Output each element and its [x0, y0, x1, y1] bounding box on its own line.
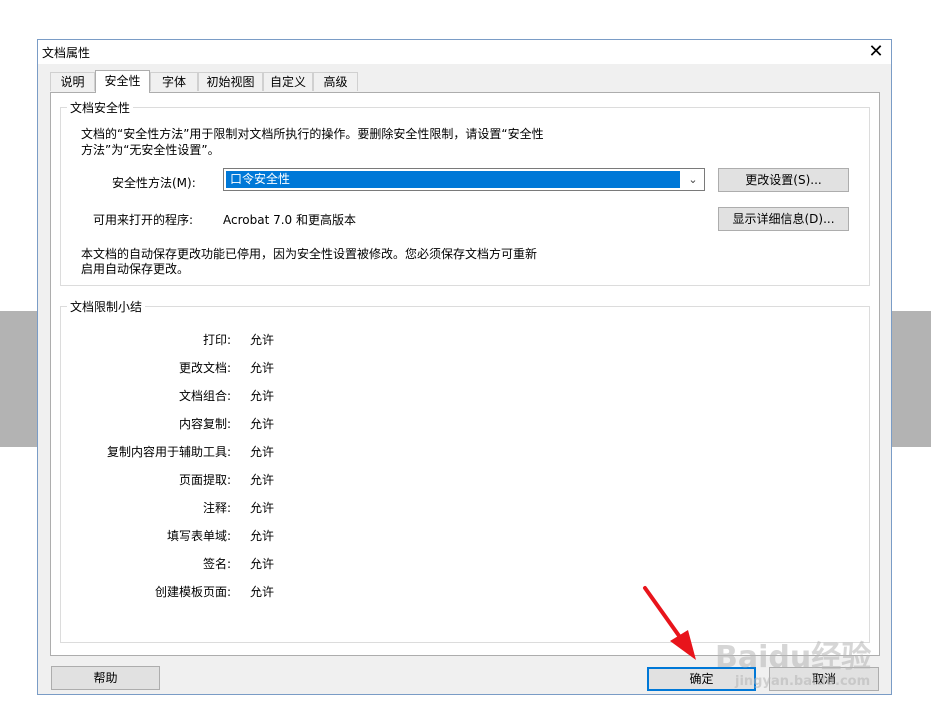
autosave-notice-line2: 启用自动保存更改。: [81, 262, 190, 276]
restriction-label: 更改文档:: [178, 361, 231, 375]
security-description-line1: 文档的“安全性方法”用于限制对文档所执行的操作。要删除安全性限制，请设置“安全性: [81, 127, 544, 141]
restriction-value: 允许: [250, 361, 275, 375]
tab-initial-view[interactable]: 初始视图: [198, 72, 263, 91]
cancel-button[interactable]: 取消: [769, 667, 879, 691]
restriction-value: 允许: [250, 333, 275, 347]
document-properties-dialog: 文档属性 ✕ 说明 安全性 字体 初始视图 自定义 高级 文档安全性 文档的“安…: [37, 39, 892, 695]
title-bar: 文档属性 ✕: [38, 40, 891, 64]
restriction-value: 允许: [250, 389, 275, 403]
restriction-value: 允许: [250, 529, 275, 543]
ok-button[interactable]: 确定: [647, 667, 756, 691]
restriction-label: 创建模板页面:: [154, 585, 231, 599]
change-settings-button[interactable]: 更改设置(S)...: [718, 168, 849, 192]
security-method-select[interactable]: 口令安全性 ⌄: [223, 168, 705, 191]
tab-fonts[interactable]: 字体: [150, 72, 198, 91]
security-method-value: 口令安全性: [226, 171, 680, 188]
security-tab-panel: 文档安全性 文档的“安全性方法”用于限制对文档所执行的操作。要删除安全性限制，请…: [50, 92, 880, 656]
restriction-value: 允许: [250, 585, 275, 599]
restriction-value: 允许: [250, 501, 275, 515]
tab-advanced[interactable]: 高级: [313, 72, 358, 91]
help-button[interactable]: 帮助: [51, 666, 160, 690]
restriction-label: 文档组合:: [178, 389, 231, 403]
tab-security[interactable]: 安全性: [95, 70, 150, 93]
open-with-value: Acrobat 7.0 和更高版本: [223, 213, 356, 227]
restriction-label: 打印:: [202, 333, 231, 347]
restriction-label: 注释:: [202, 501, 231, 515]
security-description-line2: 方法”为“无安全性设置”。: [81, 143, 220, 157]
close-icon[interactable]: ✕: [865, 41, 887, 63]
tab-custom[interactable]: 自定义: [263, 72, 313, 91]
show-details-button[interactable]: 显示详细信息(D)...: [718, 207, 849, 231]
open-with-label: 可用来打开的程序:: [93, 213, 194, 227]
restriction-label: 页面提取:: [178, 473, 231, 487]
restriction-label: 签名:: [202, 557, 231, 571]
restriction-label: 复制内容用于辅助工具:: [106, 445, 231, 459]
tab-description[interactable]: 说明: [50, 72, 95, 91]
restriction-label: 内容复制:: [178, 417, 231, 431]
chevron-down-icon: ⌄: [688, 173, 698, 186]
dialog-title: 文档属性: [42, 46, 91, 60]
restriction-value: 允许: [250, 557, 275, 571]
restriction-value: 允许: [250, 417, 275, 431]
security-method-label: 安全性方法(M):: [112, 176, 196, 190]
restriction-label: 填写表单域:: [166, 529, 231, 543]
restriction-value: 允许: [250, 445, 275, 459]
restrictions-summary-group-label: 文档限制小结: [67, 298, 146, 315]
document-security-group-label: 文档安全性: [67, 99, 134, 116]
restriction-value: 允许: [250, 473, 275, 487]
